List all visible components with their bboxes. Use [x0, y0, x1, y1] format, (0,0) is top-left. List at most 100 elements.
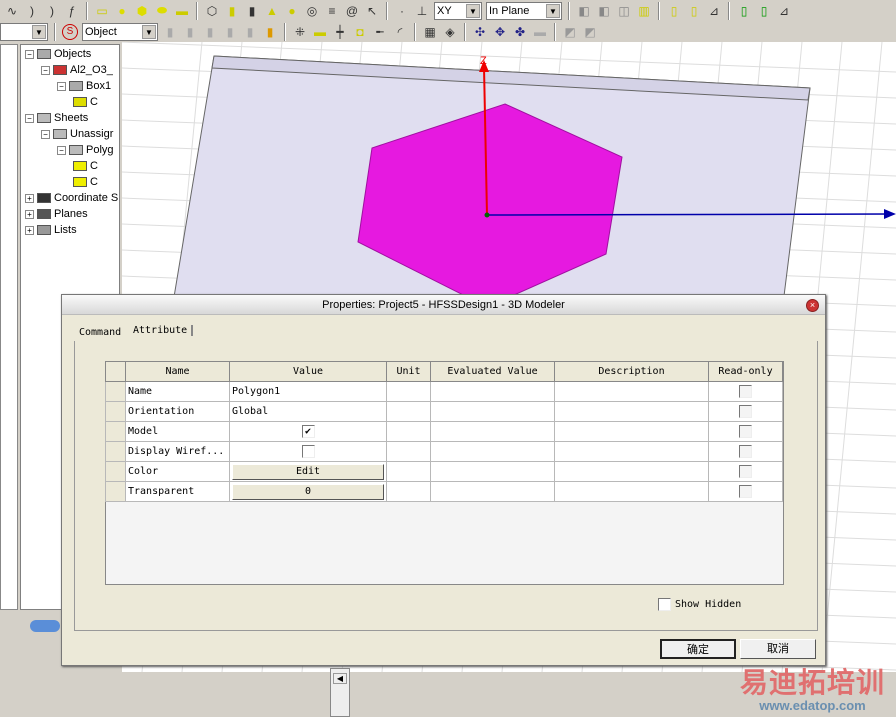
- selection-mode-select[interactable]: Object ▼: [82, 22, 158, 41]
- row-header[interactable]: [105, 441, 126, 462]
- snap-face-icon[interactable]: ◘: [352, 24, 368, 40]
- torus-icon[interactable]: ◎: [304, 3, 320, 19]
- tab-command[interactable]: Command: [79, 327, 121, 338]
- ellipse-icon[interactable]: ⬬: [154, 3, 170, 19]
- point-icon[interactable]: ·: [394, 3, 410, 19]
- tree-item[interactable]: − Sheets: [25, 110, 88, 126]
- pan-icon[interactable]: ✣: [472, 24, 488, 40]
- property-value[interactable]: ✔: [229, 421, 387, 442]
- left-select[interactable]: ▼: [0, 22, 48, 41]
- fill-icon[interactable]: ◈: [442, 24, 458, 40]
- tree-item[interactable]: − Box1: [57, 78, 111, 94]
- duplicate-around-axis-icon[interactable]: ▯: [756, 3, 772, 19]
- tree-item[interactable]: C: [73, 94, 98, 110]
- snap-quadrant-icon[interactable]: ◜: [392, 24, 408, 40]
- rotate-icon[interactable]: ▯: [686, 3, 702, 19]
- expander-icon[interactable]: +: [25, 193, 34, 203]
- tree-item[interactable]: + Planes: [25, 206, 88, 222]
- regular-polyhedron-icon[interactable]: ▮: [244, 3, 260, 19]
- arc-icon[interactable]: ): [24, 3, 40, 19]
- expander-icon[interactable]: −: [57, 81, 66, 91]
- expander-icon[interactable]: −: [41, 65, 50, 75]
- rotate-view-icon[interactable]: ✥: [492, 24, 508, 40]
- cancel-button[interactable]: 取消: [740, 639, 816, 659]
- unite-icon[interactable]: ◧: [576, 3, 592, 19]
- plane-icon[interactable]: ⊥: [414, 3, 430, 19]
- intersect-icon[interactable]: ◫: [616, 3, 632, 19]
- value-checkbox[interactable]: [301, 445, 315, 458]
- object-select-icon[interactable]: ▮: [262, 24, 278, 40]
- equation-surface-icon[interactable]: ▬: [174, 3, 190, 19]
- line-icon[interactable]: ∿: [4, 3, 20, 19]
- rectangle-icon[interactable]: ▭: [94, 3, 110, 19]
- expander-icon[interactable]: −: [25, 49, 34, 59]
- value-checkbox[interactable]: ✔: [301, 425, 315, 438]
- show-hidden-option[interactable]: Show Hidden: [658, 598, 741, 611]
- table-row[interactable]: Model ✔: [105, 421, 783, 442]
- value-text[interactable]: Polygon1: [232, 386, 280, 397]
- tree-item[interactable]: − Polyg: [57, 142, 114, 158]
- bondwire-icon[interactable]: ↖: [364, 3, 380, 19]
- zoom-icon[interactable]: ✤: [512, 24, 528, 40]
- tab-attribute[interactable]: Attribute: [133, 325, 194, 336]
- horizontal-scroll-thumb[interactable]: [30, 620, 60, 632]
- row-header[interactable]: [105, 401, 126, 422]
- value-text[interactable]: Global: [232, 406, 268, 417]
- tree-item[interactable]: + Lists: [25, 222, 77, 238]
- polygon-icon[interactable]: ⬢: [134, 3, 150, 19]
- table-row[interactable]: Name Polygon1: [105, 381, 783, 402]
- property-value[interactable]: [229, 441, 387, 462]
- cone-icon[interactable]: ▲: [264, 3, 280, 19]
- tree-item[interactable]: − Objects: [25, 46, 91, 62]
- snap-vertex-icon[interactable]: ▬: [312, 24, 328, 40]
- expander-icon[interactable]: −: [25, 113, 34, 123]
- table-row[interactable]: Orientation Global: [105, 401, 783, 422]
- spiral-icon[interactable]: @: [344, 3, 360, 19]
- row-header[interactable]: [105, 381, 126, 402]
- snap-mode-icon[interactable]: S: [62, 23, 78, 40]
- table-row[interactable]: Color Edit: [105, 461, 783, 482]
- table-row[interactable]: Transparent 0: [105, 481, 783, 502]
- property-value[interactable]: Edit: [229, 461, 387, 482]
- scroll-up-icon[interactable]: ◀: [333, 673, 347, 684]
- center-arc-icon[interactable]: ): [44, 3, 60, 19]
- show-hidden-checkbox[interactable]: [658, 598, 671, 611]
- sphere-icon[interactable]: ●: [284, 3, 300, 19]
- expander-icon[interactable]: −: [57, 145, 66, 155]
- circle-icon[interactable]: ●: [114, 3, 130, 19]
- tree-item[interactable]: − Al2_O3_: [41, 62, 113, 78]
- plane-select[interactable]: XY ▼: [434, 1, 482, 20]
- expander-icon[interactable]: +: [25, 225, 34, 235]
- cylinder-icon[interactable]: ▮: [224, 3, 240, 19]
- property-value[interactable]: 0: [229, 481, 387, 502]
- expander-icon[interactable]: −: [41, 129, 50, 139]
- helix-icon[interactable]: ≡: [324, 3, 340, 19]
- row-header[interactable]: [105, 481, 126, 502]
- expander-icon[interactable]: +: [25, 209, 34, 219]
- grid-icon[interactable]: ▦: [422, 24, 438, 40]
- snap-center-icon[interactable]: ╾: [372, 24, 388, 40]
- value-button[interactable]: Edit: [232, 463, 384, 480]
- plane-mode-select[interactable]: In Plane ▼: [486, 1, 562, 20]
- snap-edge-icon[interactable]: ┿: [332, 24, 348, 40]
- row-header[interactable]: [105, 461, 126, 482]
- subtract-icon[interactable]: ◧: [596, 3, 612, 19]
- table-row[interactable]: Display Wiref...: [105, 441, 783, 462]
- mirror-icon[interactable]: ⊿: [706, 3, 722, 19]
- vertical-scrollbar[interactable]: ◀: [330, 668, 350, 717]
- duplicate-mirror-icon[interactable]: ⊿: [776, 3, 792, 19]
- equation-curve-icon[interactable]: ƒ: [64, 3, 80, 19]
- split-icon[interactable]: ▥: [636, 3, 652, 19]
- move-icon[interactable]: ▯: [666, 3, 682, 19]
- snap-grid-icon[interactable]: ⁜: [292, 24, 308, 40]
- value-button[interactable]: 0: [232, 483, 384, 500]
- tree-item[interactable]: + Coordinate S: [25, 190, 118, 206]
- row-header[interactable]: [105, 421, 126, 442]
- tree-item[interactable]: C: [73, 174, 98, 190]
- tree-item[interactable]: − Unassigr: [41, 126, 113, 142]
- property-value[interactable]: Global: [229, 401, 387, 422]
- duplicate-along-line-icon[interactable]: ▯: [736, 3, 752, 19]
- property-value[interactable]: Polygon1: [229, 381, 387, 402]
- box-icon[interactable]: ⬡: [204, 3, 220, 19]
- ok-button[interactable]: 确定: [660, 639, 736, 659]
